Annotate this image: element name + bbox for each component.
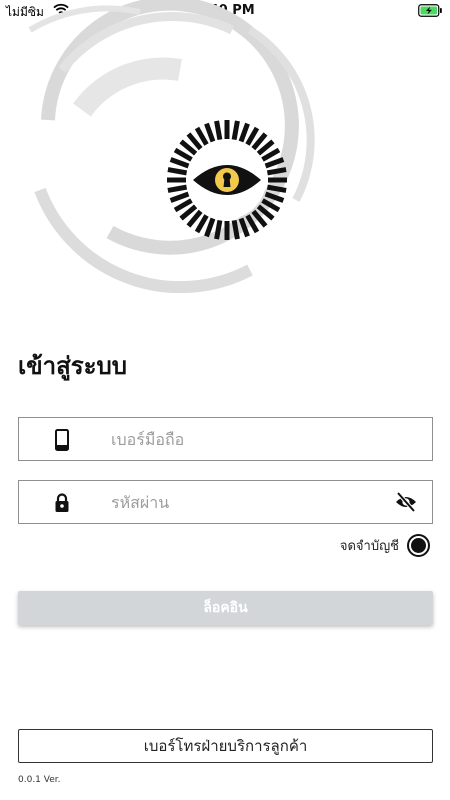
remember-account-checked-dot — [411, 537, 426, 553]
password-input[interactable] — [111, 481, 381, 523]
password-field[interactable] — [18, 480, 433, 524]
phone-input[interactable] — [111, 418, 381, 460]
app-version: 0.0.1 Ver. — [18, 775, 61, 785]
remember-account-row[interactable]: จดจำบัญชี — [340, 533, 430, 557]
eye-off-icon[interactable] — [394, 491, 418, 513]
eye-keyhole-logo — [167, 120, 287, 240]
remember-account-label: จดจำบัญชี — [339, 538, 399, 554]
lock-icon — [55, 493, 69, 512]
customer-service-hotline-button[interactable]: เบอร์โทรฝ่ายบริการลูกค้า — [18, 729, 433, 763]
phone-field[interactable] — [18, 417, 433, 461]
remember-account-toggle[interactable] — [407, 533, 430, 557]
login-button[interactable]: ล็อคอิน — [18, 591, 433, 625]
smartphone-icon — [55, 429, 69, 451]
page-title: เข้าสู่ระบบ — [18, 352, 127, 380]
